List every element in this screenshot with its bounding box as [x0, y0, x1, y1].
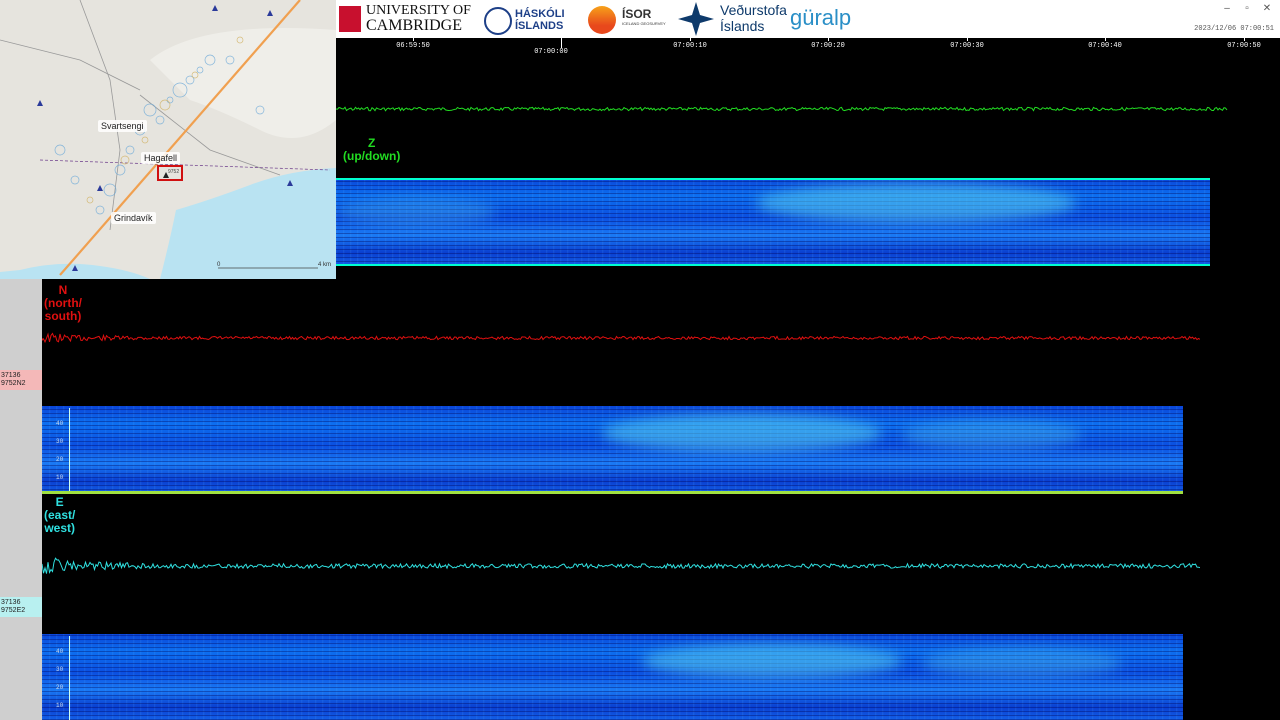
time-tick — [690, 38, 691, 41]
e-yaxis-tick: 20 — [56, 684, 64, 691]
title-bar: – ▫ ✕ — [882, 0, 1280, 20]
map-scale-start: 0 — [217, 262, 221, 268]
time-tick — [1244, 38, 1245, 41]
logo-isor-line2: ICELAND GEOSURVEY — [622, 21, 666, 26]
e-spectrogram-highlight — [922, 648, 1122, 678]
station-marker-label: 9752 — [168, 169, 180, 175]
n-channel-label: N (north/ south) — [44, 284, 82, 323]
map-place-grindavik: Grindavík — [111, 212, 156, 224]
time-tick — [828, 38, 829, 41]
z-spectrogram-highlight — [756, 183, 1076, 223]
time-tick-label: 07:00:10 — [673, 42, 707, 50]
z-channel-label: Z (up/down) — [343, 137, 400, 163]
current-timestamp: 2023/12/06 07:00:51 — [1194, 25, 1274, 33]
e-yaxis-tick: 40 — [56, 648, 64, 655]
haskoli-seal-icon — [484, 7, 512, 35]
e-yaxis-tick: 10 — [56, 702, 64, 709]
logo-haskoli-line2: ÍSLANDS — [515, 20, 564, 32]
n-spectrogram-image — [42, 406, 1183, 494]
logo-cambridge: UNIVERSITY OF CAMBRIDGE — [366, 3, 471, 34]
logo-cambridge-line2: CAMBRIDGE — [366, 17, 463, 34]
e-spectrogram-highlight — [642, 644, 902, 678]
n-waveform — [42, 323, 1200, 353]
logo-vedurstofa: Veðurstofa Íslands — [720, 2, 787, 34]
time-tick — [413, 38, 414, 41]
isor-sun-icon — [588, 6, 616, 34]
time-tick-label: 07:00:20 — [811, 42, 845, 50]
station-code-n: 9752N2 — [1, 380, 26, 387]
vedurstofa-star-icon — [678, 2, 714, 36]
map-scale-end: 4 km — [318, 262, 332, 268]
logo-isor: ÍSOR ICELAND GEOSURVEY — [622, 7, 666, 27]
logo-haskoli: HÁSKÓLI ÍSLANDS — [515, 8, 565, 32]
n-spectrogram-highlight — [602, 414, 882, 452]
z-spectrogram — [336, 178, 1210, 266]
time-tick-label: 06:59:50 — [396, 42, 430, 50]
station-code-e: 9752E2 — [1, 607, 26, 614]
e-yaxis-tick: 30 — [56, 666, 64, 673]
logo-vedurstofa-line2: Íslands — [720, 18, 765, 34]
minimize-button[interactable]: – — [1218, 3, 1236, 14]
time-tick — [967, 38, 968, 41]
n-spectrogram: 40 30 20 10 — [42, 406, 1183, 494]
map-place-svartsengi: Svartsengi — [98, 120, 147, 132]
cambridge-shield-icon — [339, 6, 361, 32]
z-spectrogram-bottom-edge — [336, 264, 1210, 266]
n-yaxis-tick: 20 — [56, 456, 64, 463]
time-tick-label: 07:00:50 — [1227, 42, 1261, 50]
logo-bar: UNIVERSITY OF CAMBRIDGE HÁSKÓLI ÍSLANDS … — [336, 0, 882, 38]
n-spectrogram-bottom-edge — [42, 491, 1183, 494]
z-channel-desc: (up/down) — [343, 149, 401, 163]
time-tick — [1105, 38, 1106, 41]
station-tag-e[interactable]: 37136 9752E2 — [0, 597, 42, 617]
map-place-hagafell: Hagafell — [141, 152, 181, 164]
station-tag-n[interactable]: 37136 9752N2 — [0, 370, 42, 390]
close-button[interactable]: ✕ — [1258, 3, 1276, 14]
n-channel-desc-2: south) — [44, 309, 82, 323]
n-yaxis-tick: 30 — [56, 438, 64, 445]
time-tick-label: 07:00:00 — [534, 48, 568, 56]
z-waveform — [336, 94, 1228, 124]
time-tick-label: 07:00:30 — [950, 42, 984, 50]
timestamp-bar: 2023/12/06 07:00:51 — [882, 20, 1280, 38]
time-tick-label: 07:00:40 — [1088, 42, 1122, 50]
logo-haskoli-line1: HÁSKÓLI — [515, 8, 565, 20]
z-spectrogram-highlight — [336, 198, 496, 226]
z-spectrogram-top-edge — [336, 178, 1210, 180]
n-waveform-trace — [42, 332, 1200, 344]
n-spectrogram-highlight — [902, 420, 1082, 450]
time-axis: 06:59:50 07:00:00 07:00:10 07:00:20 07:0… — [336, 38, 1280, 60]
z-waveform-trace — [336, 106, 1228, 112]
station-gutter: 37136 9752N2 37136 9752E2 — [0, 279, 42, 720]
n-yaxis-tick: 40 — [56, 420, 64, 427]
logo-vedurstofa-line1: Veðurstofa — [720, 2, 787, 18]
n-spectrogram-yaxis — [69, 408, 70, 492]
n-yaxis-tick: 10 — [56, 474, 64, 481]
time-tick — [561, 38, 562, 48]
station-id-e: 37136 — [1, 599, 21, 606]
e-spectrogram-yaxis — [69, 636, 70, 720]
maximize-button[interactable]: ▫ — [1238, 3, 1256, 14]
logo-cambridge-line1: UNIVERSITY OF — [366, 3, 471, 18]
logo-guralp: güralp — [790, 5, 852, 30]
e-waveform — [42, 551, 1200, 581]
map-graphic — [0, 0, 336, 279]
e-waveform-trace — [42, 557, 1200, 575]
logo-isor-line1: ÍSOR — [622, 7, 652, 21]
e-channel-label: E (east/ west) — [44, 496, 75, 535]
station-id-n: 37136 — [1, 372, 21, 379]
e-spectrogram: 40 30 20 10 — [42, 634, 1183, 720]
e-channel-desc-2: west) — [44, 521, 76, 535]
location-map: Svartsengi Hagafell Grindavík 9752 0 4 k… — [0, 0, 336, 279]
